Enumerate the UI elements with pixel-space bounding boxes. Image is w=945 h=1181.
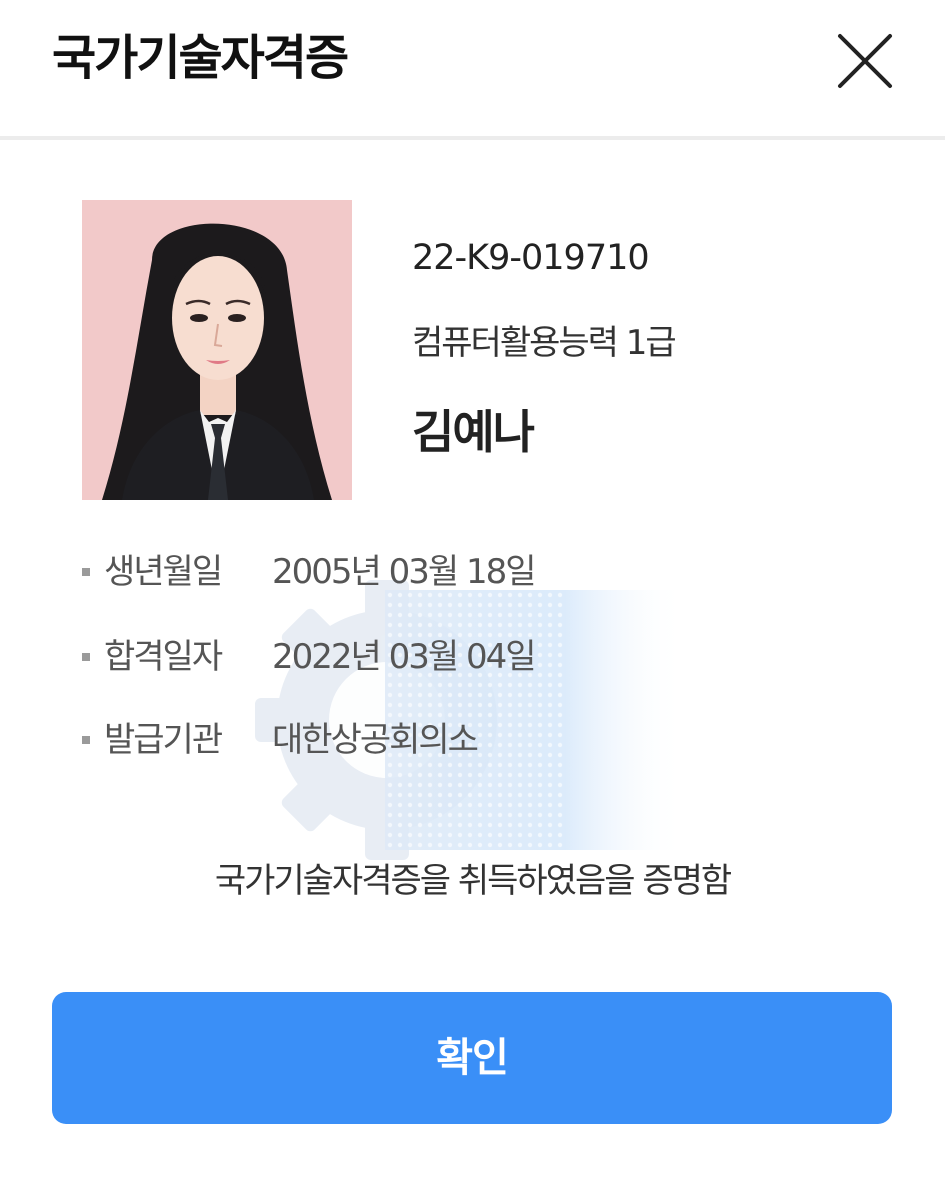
- close-button[interactable]: [830, 26, 900, 96]
- certification-statement: 국가기술자격증을 취득하였음을 증명함: [214, 861, 732, 901]
- page-title: 국가기술자격증: [52, 30, 349, 86]
- info-row-pass-date: 합격일자 2022년 03월 04일: [80, 632, 780, 682]
- header-divider: [0, 136, 945, 140]
- id-photo: [82, 200, 352, 500]
- confirm-button[interactable]: 확인: [52, 992, 892, 1124]
- modal-header: 국가기술자격증: [0, 0, 945, 136]
- holder-name: 김예나: [412, 405, 535, 459]
- info-value: 2005년 03월 18일: [272, 552, 537, 592]
- certificate-number: 22-K9-019710: [412, 238, 650, 278]
- close-icon: [838, 34, 892, 88]
- info-label: 생년월일: [104, 552, 223, 592]
- bullet-icon: [82, 568, 90, 576]
- info-value: 대한상공회의소: [272, 720, 479, 760]
- info-value: 2022년 03월 04일: [272, 637, 537, 677]
- certificate-type: 컴퓨터활용능력 1급: [412, 323, 677, 363]
- info-row-issuer: 발급기관 대한상공회의소: [80, 715, 780, 765]
- bullet-icon: [82, 653, 90, 661]
- info-label: 발급기관: [104, 720, 223, 760]
- bullet-icon: [82, 736, 90, 744]
- info-row-birthdate: 생년월일 2005년 03월 18일: [80, 547, 780, 597]
- info-label: 합격일자: [104, 637, 223, 677]
